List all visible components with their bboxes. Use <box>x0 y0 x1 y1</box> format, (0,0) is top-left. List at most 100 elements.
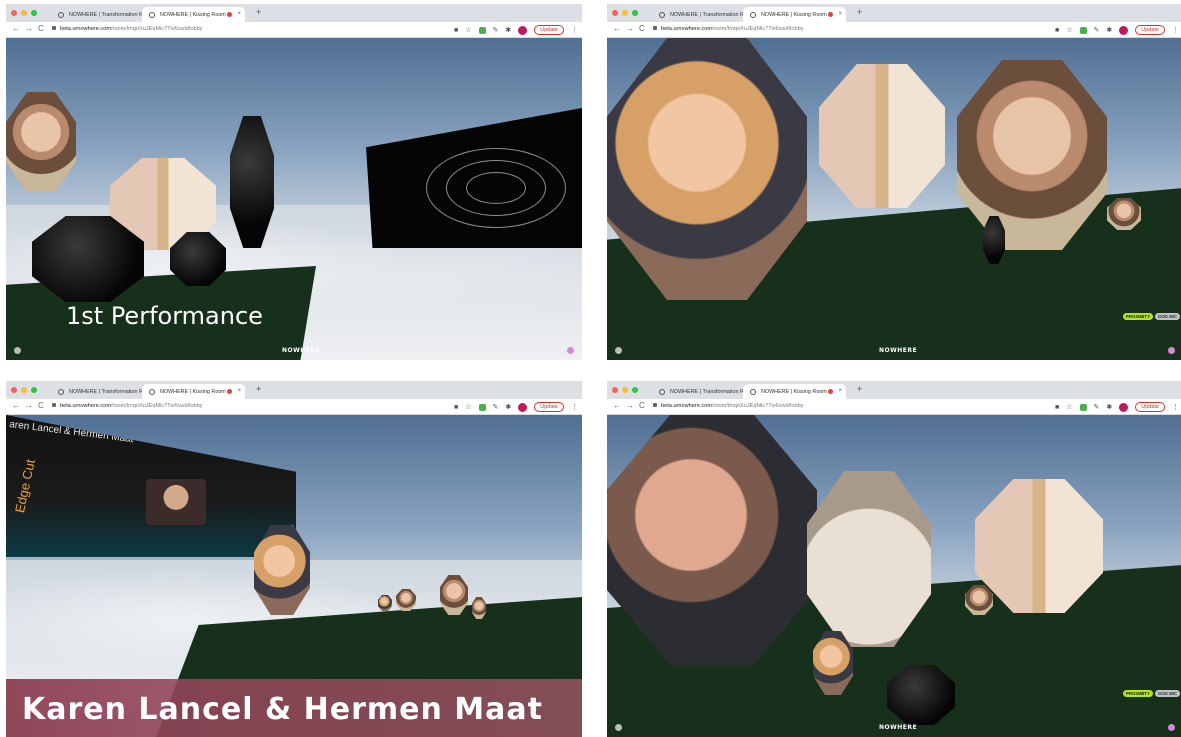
forward-arrow-icon[interactable]: → <box>25 401 33 410</box>
tab-transformation[interactable]: NOWHERE | Transformation R... × <box>51 7 154 22</box>
back-arrow-icon[interactable]: ← <box>613 401 621 410</box>
url-field[interactable]: beta.urnowhere.com/room/lmqoXuJEqMic7Tiv… <box>52 25 442 35</box>
url-field[interactable]: beta.urnowhere.com/room/lmqoXuJEqMic7Tiv… <box>653 25 1043 35</box>
puzzle-icon[interactable]: ✱ <box>1106 403 1112 411</box>
url-field[interactable]: beta.urnowhere.com/room/lmqoXuJEqMic7Tiv… <box>653 402 1043 412</box>
tab-kissing-room[interactable]: NOWHERE | Kissing Room × <box>142 384 245 399</box>
proximity-toggle[interactable]: PROXIMITY <box>1122 313 1153 320</box>
new-tab-button[interactable]: + <box>256 384 261 394</box>
new-tab-button[interactable]: + <box>857 384 862 394</box>
video-avatar[interactable] <box>378 595 392 611</box>
tab-kissing-room[interactable]: NOWHERE | Kissing Room × <box>743 7 846 22</box>
god-mic-toggle[interactable]: GOD MIC <box>1154 690 1180 697</box>
star-icon[interactable]: ☆ <box>465 403 471 411</box>
camera-icon[interactable]: ■ <box>454 27 458 34</box>
forward-arrow-icon[interactable]: → <box>626 401 634 410</box>
virtual-room-scene[interactable]: aren Lancel & Hermen Maat Edge Cut Karen… <box>6 415 582 737</box>
close-tab-icon[interactable]: × <box>237 11 241 17</box>
pen-icon[interactable]: ✎ <box>1094 403 1100 411</box>
tab-transformation[interactable]: NOWHERE | Transformation R... × <box>652 384 755 399</box>
avatar[interactable] <box>518 25 528 35</box>
forward-arrow-icon[interactable]: → <box>25 24 33 33</box>
pen-icon[interactable]: ✎ <box>493 26 499 34</box>
close-window-button[interactable] <box>11 10 17 16</box>
tab-kissing-room[interactable]: NOWHERE | Kissing Room × <box>142 7 245 22</box>
speaker-icon[interactable] <box>14 347 21 354</box>
video-avatar[interactable] <box>230 116 274 248</box>
back-arrow-icon[interactable]: ← <box>12 401 20 410</box>
back-arrow-icon[interactable]: ← <box>12 24 20 33</box>
settings-icon[interactable] <box>1168 724 1175 731</box>
close-window-button[interactable] <box>11 387 17 393</box>
settings-icon[interactable] <box>567 347 574 354</box>
tab-transformation[interactable]: NOWHERE | Transformation R... × <box>652 7 755 22</box>
video-avatar[interactable] <box>957 60 1107 250</box>
camera-icon[interactable]: ■ <box>454 404 458 411</box>
star-icon[interactable]: ☆ <box>1066 26 1072 34</box>
video-avatar[interactable] <box>170 232 226 286</box>
forward-arrow-icon[interactable]: → <box>626 24 634 33</box>
extension-icon[interactable] <box>478 26 486 34</box>
god-mic-toggle[interactable]: GOD MIC <box>1154 313 1180 320</box>
new-tab-button[interactable]: + <box>256 7 261 17</box>
settings-icon[interactable] <box>1168 347 1175 354</box>
pen-icon[interactable]: ✎ <box>493 403 499 411</box>
minimize-window-button[interactable] <box>21 387 27 393</box>
video-avatar[interactable] <box>819 64 945 208</box>
virtual-room-scene[interactable]: NOWHERE PROXIMITY GOD MIC <box>607 415 1181 737</box>
minimize-window-button[interactable] <box>622 387 628 393</box>
menu-icon[interactable]: ⋮ <box>1172 26 1179 34</box>
speaker-icon[interactable] <box>615 347 622 354</box>
minimize-window-button[interactable] <box>21 10 27 16</box>
virtual-room-scene[interactable]: NOWHERE PROXIMITY GOD MIC <box>607 38 1181 360</box>
close-tab-icon[interactable]: × <box>838 388 842 394</box>
menu-icon[interactable]: ⋮ <box>1172 403 1179 411</box>
close-window-button[interactable] <box>612 387 618 393</box>
avatar[interactable] <box>1119 25 1129 35</box>
camera-icon[interactable]: ■ <box>1055 404 1059 411</box>
virtual-room-scene[interactable]: 1st Performance NOWHERE <box>6 38 582 360</box>
back-arrow-icon[interactable]: ← <box>613 24 621 33</box>
close-tab-icon[interactable]: × <box>838 11 842 17</box>
update-button[interactable]: Update <box>534 25 564 35</box>
update-button[interactable]: Update <box>534 402 564 412</box>
reload-icon[interactable]: C <box>639 24 645 33</box>
video-avatar[interactable] <box>6 92 76 192</box>
url-field[interactable]: beta.urnowhere.com/room/lmqoXuJEqMic7Tiv… <box>52 402 442 412</box>
minimize-window-button[interactable] <box>622 10 628 16</box>
update-button[interactable]: Update <box>1135 402 1165 412</box>
extension-icon[interactable] <box>1079 26 1087 34</box>
puzzle-icon[interactable]: ✱ <box>505 403 511 411</box>
maximize-window-button[interactable] <box>31 10 37 16</box>
star-icon[interactable]: ☆ <box>465 26 471 34</box>
extension-icon[interactable] <box>478 403 486 411</box>
puzzle-icon[interactable]: ✱ <box>505 26 511 34</box>
update-button[interactable]: Update <box>1135 25 1165 35</box>
maximize-window-button[interactable] <box>31 387 37 393</box>
maximize-window-button[interactable] <box>632 387 638 393</box>
close-tab-icon[interactable]: × <box>237 388 241 394</box>
menu-icon[interactable]: ⋮ <box>571 403 578 411</box>
avatar[interactable] <box>518 402 528 412</box>
reload-icon[interactable]: C <box>38 401 44 410</box>
video-avatar[interactable] <box>440 575 468 615</box>
tab-transformation[interactable]: NOWHERE | Transformation R... × <box>51 384 154 399</box>
proximity-toggle[interactable]: PROXIMITY <box>1122 690 1153 697</box>
puzzle-icon[interactable]: ✱ <box>1106 26 1112 34</box>
star-icon[interactable]: ☆ <box>1066 403 1072 411</box>
video-avatar[interactable] <box>965 585 993 615</box>
camera-icon[interactable]: ■ <box>1055 27 1059 34</box>
maximize-window-button[interactable] <box>632 10 638 16</box>
extension-icon[interactable] <box>1079 403 1087 411</box>
reload-icon[interactable]: C <box>38 24 44 33</box>
reload-icon[interactable]: C <box>639 401 645 410</box>
avatar[interactable] <box>1119 402 1129 412</box>
pen-icon[interactable]: ✎ <box>1094 26 1100 34</box>
speaker-icon[interactable] <box>615 724 622 731</box>
tab-kissing-room[interactable]: NOWHERE | Kissing Room × <box>743 384 846 399</box>
menu-icon[interactable]: ⋮ <box>571 26 578 34</box>
video-avatar[interactable] <box>607 415 817 665</box>
new-tab-button[interactable]: + <box>857 7 862 17</box>
close-window-button[interactable] <box>612 10 618 16</box>
video-avatar[interactable] <box>887 665 955 725</box>
